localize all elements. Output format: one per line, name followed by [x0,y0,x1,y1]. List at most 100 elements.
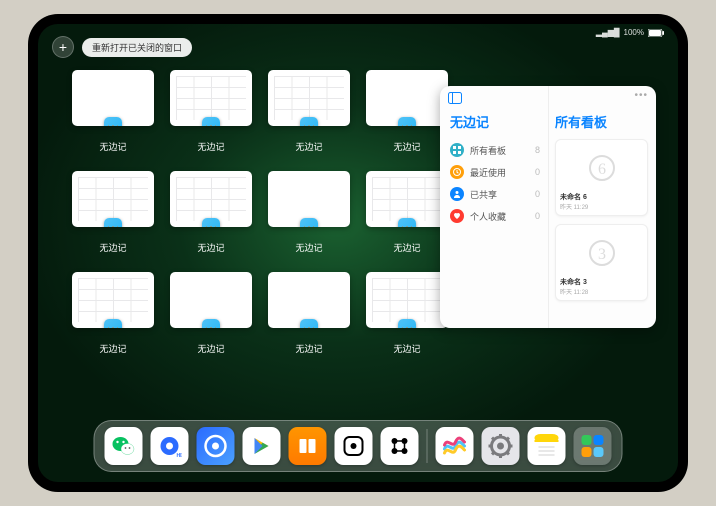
window-thumbnail[interactable]: 〰 无边记 [170,70,252,153]
svg-text:6: 6 [598,161,606,178]
window-label: 无边记 [72,342,154,355]
new-window-button[interactable]: + [52,36,74,58]
window-grid: 〰 无边记 〰 无边记 〰 无边记 〰 无边记 〰 无边记 〰 无边记 〰 无边… [72,70,452,355]
window-label: 无边记 [366,342,448,355]
freeform-app-icon: 〰 [398,319,416,328]
window-preview: 〰 [170,272,252,328]
dock-notes-icon[interactable] [528,427,566,465]
svg-text:HD: HD [177,453,182,458]
heart-icon [450,209,464,223]
reopen-closed-window-pill[interactable]: 重新打开已关闭的窗口 [82,38,192,57]
window-label: 无边记 [366,241,448,254]
freeform-app-icon: 〰 [104,218,122,227]
freeform-app-icon: 〰 [202,218,220,227]
dock-app-library-icon[interactable] [574,427,612,465]
window-label: 无边记 [366,140,448,153]
board-time: 昨天 11:29 [560,202,643,211]
sidebar-item-count: 0 [535,167,540,177]
window-label: 无边记 [268,241,350,254]
freeform-panel[interactable]: ••• 无边记 所有看板 8 最近使用 0 已共享 0 个人收藏 0 所有看板 … [440,86,656,328]
signal-icon: ▂▄▆█ [596,28,620,37]
sidebar-item-count: 0 [535,211,540,221]
window-thumbnail[interactable]: 〰 无边记 [366,272,448,355]
grid-icon [450,143,464,157]
board-title: 未命名 3昨天 11:28 [560,277,643,296]
window-label: 无边记 [72,140,154,153]
dock-separator [427,429,428,463]
window-preview: 〰 [170,171,252,227]
window-thumbnail[interactable]: 〰 无边记 [170,272,252,355]
window-preview: 〰 [366,272,448,328]
dock: HD [94,420,623,472]
sidebar-item-label: 所有看板 [470,144,506,157]
board-time: 昨天 11:28 [560,287,643,296]
sidebar-item-heart[interactable]: 个人收藏 0 [450,205,540,227]
sidebar-item-people[interactable]: 已共享 0 [450,183,540,205]
window-thumbnail[interactable]: 〰 无边记 [366,70,448,153]
sidebar-item-grid[interactable]: 所有看板 8 [450,139,540,161]
sidebar-item-label: 最近使用 [470,166,506,179]
dock-connect-icon[interactable] [381,427,419,465]
window-label: 无边记 [170,140,252,153]
freeform-app-icon: 〰 [398,117,416,126]
dock-quark-icon[interactable] [197,427,235,465]
window-thumbnail[interactable]: 〰 无边记 [268,272,350,355]
window-label: 无边记 [170,241,252,254]
panel-content: 所有看板 6 未命名 6昨天 11:29 3 未命名 3昨天 11:28 [548,86,656,328]
panel-more-icon[interactable]: ••• [634,90,648,101]
window-thumbnail[interactable]: 〰 无边记 [366,171,448,254]
dock-dice-icon[interactable] [335,427,373,465]
freeform-app-icon: 〰 [104,319,122,328]
window-preview: 〰 [72,272,154,328]
ipad-device: ▂▄▆█ 100% + 重新打开已关闭的窗口 〰 无边记 〰 无边记 〰 无边记… [28,14,688,492]
freeform-app-icon: 〰 [202,319,220,328]
window-preview: 〰 [72,70,154,126]
board-card[interactable]: 6 未命名 6昨天 11:29 [555,139,648,216]
board-sketch: 6 [560,144,643,192]
dock-quark-cam-icon[interactable]: HD [151,427,189,465]
freeform-app-icon: 〰 [202,117,220,126]
window-thumbnail[interactable]: 〰 无边记 [268,171,350,254]
window-thumbnail[interactable]: 〰 无边记 [268,70,350,153]
battery-text: 100% [624,28,644,37]
board-title: 未命名 6昨天 11:29 [560,192,643,211]
board-sketch: 3 [560,229,643,277]
panel-right-title: 所有看板 [555,112,648,131]
dock-settings-icon[interactable] [482,427,520,465]
freeform-app-icon: 〰 [300,218,318,227]
screen: ▂▄▆█ 100% + 重新打开已关闭的窗口 〰 无边记 〰 无边记 〰 无边记… [38,24,678,482]
panel-sidebar: 无边记 所有看板 8 最近使用 0 已共享 0 个人收藏 0 [440,86,548,328]
window-thumbnail[interactable]: 〰 无边记 [72,171,154,254]
svg-text:3: 3 [598,246,606,263]
window-thumbnail[interactable]: 〰 无边记 [72,272,154,355]
freeform-app-icon: 〰 [300,117,318,126]
board-card[interactable]: 3 未命名 3昨天 11:28 [555,224,648,301]
window-preview: 〰 [268,272,350,328]
top-left-controls: + 重新打开已关闭的窗口 [52,36,192,58]
sidebar-item-count: 8 [535,145,540,155]
sidebar-toggle-icon[interactable] [448,92,462,106]
window-preview: 〰 [366,70,448,126]
window-preview: 〰 [366,171,448,227]
window-label: 无边记 [268,342,350,355]
dock-books-icon[interactable] [289,427,327,465]
sidebar-item-count: 0 [535,189,540,199]
window-preview: 〰 [170,70,252,126]
window-thumbnail[interactable]: 〰 无边记 [72,70,154,153]
people-icon [450,187,464,201]
freeform-app-icon: 〰 [398,218,416,227]
freeform-app-icon: 〰 [104,117,122,126]
battery-icon [648,29,664,37]
sidebar-item-clock[interactable]: 最近使用 0 [450,161,540,183]
window-preview: 〰 [72,171,154,227]
window-label: 无边记 [170,342,252,355]
window-label: 无边记 [268,140,350,153]
dock-freeform-icon[interactable] [436,427,474,465]
freeform-app-icon: 〰 [300,319,318,328]
clock-icon [450,165,464,179]
dock-wechat-icon[interactable] [105,427,143,465]
window-preview: 〰 [268,171,350,227]
status-bar: ▂▄▆█ 100% [596,28,664,37]
window-thumbnail[interactable]: 〰 无边记 [170,171,252,254]
dock-play-icon[interactable] [243,427,281,465]
